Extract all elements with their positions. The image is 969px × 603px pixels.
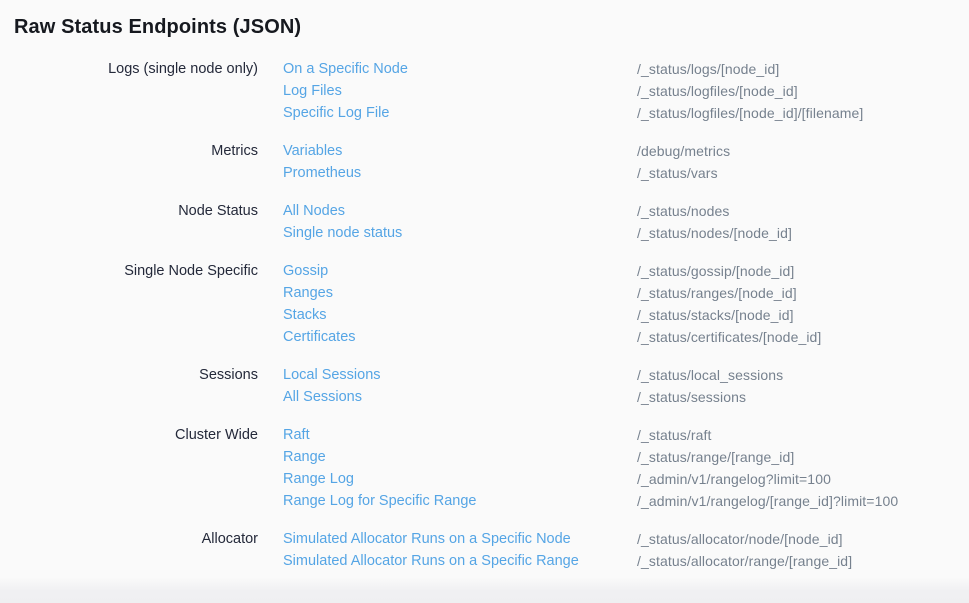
raw-status-endpoints-table: Logs (single node only)On a Specific Nod… [0, 58, 969, 572]
endpoint-paths-column: /_status/local_sessions/_status/sessions [612, 364, 969, 408]
endpoint-link[interactable]: Simulated Allocator Runs on a Specific R… [283, 550, 612, 572]
endpoint-links-column: RaftRangeRange LogRange Log for Specific… [258, 424, 612, 512]
endpoint-section: Logs (single node only)On a Specific Nod… [0, 58, 969, 124]
endpoint-link[interactable]: Certificates [283, 326, 612, 348]
category-label: Node Status [0, 200, 258, 244]
endpoint-path: /_status/range/[range_id] [637, 446, 969, 468]
endpoint-paths-column: /_status/allocator/node/[node_id]/_statu… [612, 528, 969, 572]
endpoint-path: /_status/logfiles/[node_id]/[filename] [637, 102, 969, 124]
endpoint-path: /_admin/v1/rangelog/[range_id]?limit=100 [637, 490, 969, 512]
endpoint-links-column: Local SessionsAll Sessions [258, 364, 612, 408]
category-label: Sessions [0, 364, 258, 408]
endpoint-paths-column: /_status/nodes/_status/nodes/[node_id] [612, 200, 969, 244]
endpoint-link[interactable]: Range Log for Specific Range [283, 490, 612, 512]
endpoint-link[interactable]: Variables [283, 140, 612, 162]
endpoint-path: /_status/logfiles/[node_id] [637, 80, 969, 102]
endpoint-section: Node StatusAll NodesSingle node status/_… [0, 200, 969, 244]
page-bottom-fade [0, 577, 969, 603]
endpoint-link[interactable]: Ranges [283, 282, 612, 304]
endpoint-path: /_status/ranges/[node_id] [637, 282, 969, 304]
endpoint-path: /_status/local_sessions [637, 364, 969, 386]
endpoint-section: Single Node SpecificGossipRangesStacksCe… [0, 260, 969, 348]
endpoint-link[interactable]: All Sessions [283, 386, 612, 408]
endpoint-path: /_status/gossip/[node_id] [637, 260, 969, 282]
endpoint-link[interactable]: Specific Log File [283, 102, 612, 124]
endpoint-path: /_status/raft [637, 424, 969, 446]
debug-page: Raw Status Endpoints (JSON) Logs (single… [0, 0, 969, 603]
endpoint-path: /_status/stacks/[node_id] [637, 304, 969, 326]
endpoint-section: Allocator Simulated Allocator Runs on a S… [0, 528, 969, 572]
endpoint-link[interactable]: Stacks [283, 304, 612, 326]
endpoint-link[interactable]: Single node status [283, 222, 612, 244]
endpoint-section: SessionsLocal SessionsAll Sessions/_stat… [0, 364, 969, 408]
endpoint-link[interactable]: Range [283, 446, 612, 468]
endpoint-path: /_status/allocator/range/[range_id] [637, 550, 969, 572]
endpoint-path: /_status/nodes [637, 200, 969, 222]
endpoint-section: Cluster WideRaftRangeRange LogRange Log … [0, 424, 969, 512]
category-label: Allocator [0, 528, 258, 572]
endpoint-link[interactable]: Log Files [283, 80, 612, 102]
category-label: Single Node Specific [0, 260, 258, 348]
endpoint-links-column: GossipRangesStacksCertificates [258, 260, 612, 348]
endpoint-links-column: On a Specific NodeLog FilesSpecific Log … [258, 58, 612, 124]
endpoint-links-column: VariablesPrometheus [258, 140, 612, 184]
endpoint-path: /_status/allocator/node/[node_id] [637, 528, 969, 550]
endpoint-paths-column: /_status/gossip/[node_id]/_status/ranges… [612, 260, 969, 348]
endpoint-paths-column: /debug/metrics/_status/vars [612, 140, 969, 184]
endpoint-path: /debug/metrics [637, 140, 969, 162]
endpoint-link[interactable]: Gossip [283, 260, 612, 282]
endpoint-path: /_status/logs/[node_id] [637, 58, 969, 80]
endpoint-path: /_status/vars [637, 162, 969, 184]
category-label: Logs (single node only) [0, 58, 258, 124]
category-label: Cluster Wide [0, 424, 258, 512]
endpoint-link[interactable]: Simulated Allocator Runs on a Specific N… [283, 528, 612, 550]
endpoint-path: /_status/nodes/[node_id] [637, 222, 969, 244]
endpoint-paths-column: /_status/raft/_status/range/[range_id]/_… [612, 424, 969, 512]
endpoint-section: MetricsVariablesPrometheus/debug/metrics… [0, 140, 969, 184]
endpoint-link[interactable]: All Nodes [283, 200, 612, 222]
endpoint-paths-column: /_status/logs/[node_id]/_status/logfiles… [612, 58, 969, 124]
endpoint-links-column: All NodesSingle node status [258, 200, 612, 244]
endpoint-link[interactable]: Raft [283, 424, 612, 446]
endpoint-path: /_status/certificates/[node_id] [637, 326, 969, 348]
endpoint-link[interactable]: Prometheus [283, 162, 612, 184]
category-label: Metrics [0, 140, 258, 184]
endpoint-link[interactable]: Local Sessions [283, 364, 612, 386]
endpoint-links-column: Simulated Allocator Runs on a Specific N… [258, 528, 612, 572]
endpoint-link[interactable]: Range Log [283, 468, 612, 490]
endpoint-link[interactable]: On a Specific Node [283, 58, 612, 80]
endpoint-path: /_status/sessions [637, 386, 969, 408]
page-title: Raw Status Endpoints (JSON) [14, 13, 969, 41]
endpoint-path: /_admin/v1/rangelog?limit=100 [637, 468, 969, 490]
